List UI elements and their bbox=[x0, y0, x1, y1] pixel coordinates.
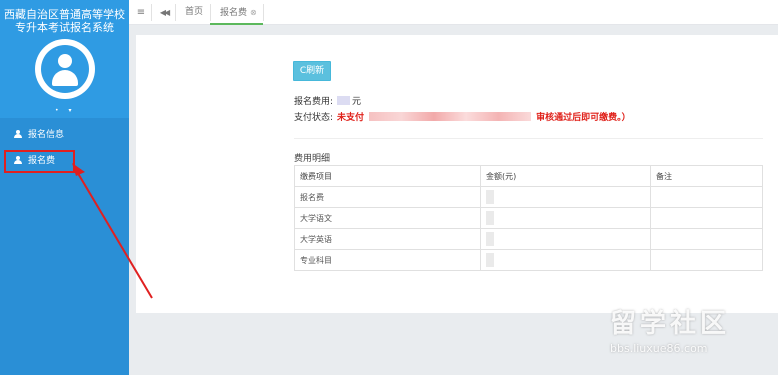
user-dropdown-toggle[interactable]: • ▾ bbox=[55, 107, 75, 114]
avatar[interactable] bbox=[35, 39, 95, 99]
table-row: 报名费 bbox=[294, 186, 763, 208]
table-row: 大学语文 bbox=[294, 207, 763, 229]
watermark-url: bbs.liuxue86.com bbox=[610, 342, 708, 355]
fee-label: 报名费用: bbox=[294, 97, 334, 107]
redacted-amount bbox=[486, 253, 494, 267]
divider bbox=[151, 4, 152, 21]
redacted-amount bbox=[486, 211, 494, 225]
tab-fee-label: 报名费 bbox=[220, 8, 248, 18]
column-header-remark: 备注 bbox=[650, 165, 763, 187]
redacted-amount bbox=[486, 190, 494, 204]
tab-home[interactable]: 首页 bbox=[185, 0, 203, 25]
avatar-user-icon bbox=[41, 45, 89, 93]
payment-status-row: 支付状态: 未支付 审核通过后即可缴费。） bbox=[294, 110, 631, 123]
divider bbox=[263, 4, 264, 21]
status-text-end: 审核通过后即可缴费。） bbox=[536, 113, 631, 123]
double-chevron-left-icon[interactable]: ◀◀ bbox=[157, 0, 171, 25]
column-header-amount: 金额(元) bbox=[480, 165, 651, 187]
table-row: 大学英语 bbox=[294, 228, 763, 250]
remark-cell bbox=[650, 207, 763, 229]
highlight-annotation-box bbox=[4, 150, 75, 173]
close-icon[interactable]: ⊗ bbox=[250, 0, 257, 25]
system-title-line2: 专升本考试报名系统 bbox=[15, 21, 114, 34]
tab-registration-fee[interactable]: 报名费 ⊗ bbox=[220, 0, 257, 25]
active-tab-indicator bbox=[210, 23, 263, 25]
remark-cell bbox=[650, 249, 763, 271]
divider bbox=[175, 4, 176, 21]
redacted-fee-value bbox=[337, 96, 351, 105]
divider bbox=[210, 4, 211, 21]
user-icon bbox=[14, 130, 22, 138]
system-title: 西藏自治区普通高等学校 专升本考试报名系统 bbox=[0, 0, 129, 34]
amount-cell bbox=[480, 186, 651, 208]
watermark: 留学社区 bbs.liuxue86.com bbox=[610, 303, 778, 375]
fee-details-table: 缴费项目 金额(元) 备注 报名费 大学语文 大学英语 专业科目 bbox=[294, 165, 763, 271]
menu-icon[interactable]: ≡ bbox=[133, 0, 149, 25]
fee-details-title: 费用明细 bbox=[294, 154, 331, 164]
amount-cell bbox=[480, 249, 651, 271]
fee-item-cell: 大学语文 bbox=[294, 207, 481, 229]
topbar: ≡ ◀◀ 首页 报名费 ⊗ bbox=[129, 0, 778, 25]
table-row: 专业科目 bbox=[294, 249, 763, 271]
amount-cell bbox=[480, 207, 651, 229]
remark-cell bbox=[650, 228, 763, 250]
fee-item-cell: 报名费 bbox=[294, 186, 481, 208]
fee-item-cell: 专业科目 bbox=[294, 249, 481, 271]
table-header-row: 缴费项目 金额(元) 备注 bbox=[294, 165, 763, 187]
column-header-item: 缴费项目 bbox=[294, 165, 481, 187]
redacted-amount bbox=[486, 232, 494, 246]
amount-cell bbox=[480, 228, 651, 250]
sidebar-item-label: 报名信息 bbox=[28, 130, 65, 140]
fee-item-cell: 大学英语 bbox=[294, 228, 481, 250]
section-divider bbox=[294, 138, 763, 139]
system-title-line1: 西藏自治区普通高等学校 bbox=[4, 8, 125, 21]
sidebar: 西藏自治区普通高等学校 专升本考试报名系统 • ▾ 报名信息 报名费 bbox=[0, 0, 129, 375]
watermark-title: 留学社区 bbox=[610, 309, 731, 339]
redacted-status-text bbox=[369, 112, 532, 121]
fee-row: 报名费用: 元 bbox=[294, 94, 361, 107]
tab-home-label: 首页 bbox=[185, 7, 204, 17]
refresh-button[interactable]: C刷新 bbox=[293, 61, 331, 81]
remark-cell bbox=[650, 186, 763, 208]
status-text-start: 未支付 bbox=[337, 113, 365, 123]
status-label: 支付状态: bbox=[294, 113, 334, 123]
main-panel: C刷新 报名费用: 元 支付状态: 未支付 审核通过后即可缴费。） 费用明细 缴费项目… bbox=[136, 35, 778, 313]
sidebar-item-registration-info[interactable]: 报名信息 bbox=[0, 124, 129, 146]
fee-unit: 元 bbox=[352, 97, 362, 107]
